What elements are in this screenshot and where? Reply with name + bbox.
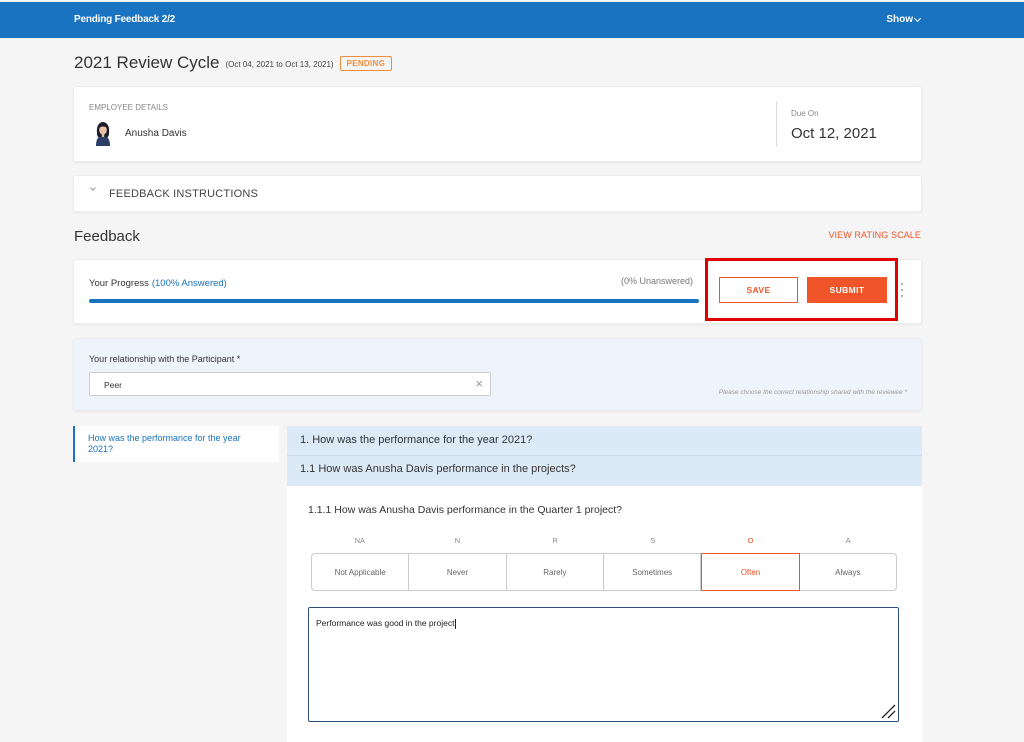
question-1-1-1-title: 1.1.1 How was Anusha Davis performance i…: [308, 504, 622, 516]
cycle-name: 2021 Review Cycle: [74, 53, 220, 72]
scale-letter: S: [650, 536, 656, 545]
save-button[interactable]: SAVE: [719, 277, 798, 303]
question-1-title: 1. How was the performance for the year …: [300, 434, 533, 446]
employee-details-card: EMPLOYEE DETAILS Anusha Davis Due On Oct…: [73, 86, 922, 162]
scale-letter: R: [552, 536, 558, 545]
rating-option-always[interactable]: Always: [800, 554, 896, 590]
feedback-instructions-toggle[interactable]: FEEDBACK INSTRUCTIONS: [73, 175, 922, 212]
rating-option-often[interactable]: Often: [701, 553, 800, 591]
comment-text: Performance was good in the project: [316, 618, 455, 628]
progress-bar-fill: [89, 299, 699, 303]
due-date: Oct 12, 2021: [791, 125, 877, 142]
relationship-label: Your relationship with the Participant *: [89, 354, 241, 364]
view-rating-scale-link[interactable]: VIEW RATING SCALE: [828, 230, 921, 240]
employee-name: Anusha Davis: [125, 128, 187, 139]
employee-details-label: EMPLOYEE DETAILS: [89, 103, 168, 112]
rating-option-not-applicable[interactable]: Not Applicable: [312, 554, 410, 590]
question-panel: 1. How was the performance for the year …: [287, 426, 922, 742]
your-progress-text: Your Progress: [89, 278, 149, 289]
due-on-label: Due On: [791, 109, 819, 118]
scale-letter: N: [454, 536, 461, 545]
feedback-title: Feedback: [74, 228, 140, 245]
progress-label: Your Progress (100% Answered): [89, 278, 227, 289]
answered-percent: (100% Answered): [151, 278, 227, 289]
more-options-icon[interactable]: [900, 283, 904, 297]
show-label: Show: [886, 14, 913, 25]
comment-textarea[interactable]: Performance was good in the project: [308, 607, 899, 722]
pending-feedback-title: Pending Feedback 2/2: [74, 14, 176, 25]
submit-button[interactable]: SUBMIT: [807, 277, 887, 303]
sidebar-item-question-1[interactable]: How was the performance for the year 202…: [73, 426, 279, 462]
relationship-value: Peer: [104, 380, 122, 390]
rating-scale-options: Not Applicable Never Rarely Sometimes Often A…: [311, 553, 897, 591]
divider: [776, 101, 777, 147]
progress-bar: [89, 299, 699, 303]
progress-card: Your Progress (100% Answered) (0% Unanswe…: [73, 258, 922, 324]
feedback-instructions-label: FEEDBACK INSTRUCTIONS: [109, 188, 259, 200]
question-header: 1. How was the performance for the year …: [287, 426, 922, 486]
relationship-select[interactable]: Peer ×: [89, 372, 491, 396]
scale-letter: O: [747, 536, 754, 545]
status-badge: PENDING: [339, 55, 393, 71]
rating-scale-letters: NA N R S O A: [311, 536, 897, 548]
rating-option-rarely[interactable]: Rarely: [507, 554, 604, 590]
review-cycle-header: 2021 Review Cycle (Oct 04, 2021 to Oct 1…: [74, 53, 393, 73]
scale-letter: A: [845, 536, 851, 545]
question-1-1-title: 1.1 How was Anusha Davis performance in …: [300, 463, 576, 475]
chevron-down-icon: [913, 14, 922, 22]
relationship-card: Your relationship with the Participant *…: [73, 338, 922, 411]
divider: [287, 455, 922, 456]
clear-icon[interactable]: ×: [475, 377, 483, 391]
top-bar: Pending Feedback 2/2 Show: [0, 2, 1024, 38]
relationship-hint: Please choose the correct relationship s…: [718, 389, 907, 396]
rating-option-sometimes[interactable]: Sometimes: [604, 554, 702, 590]
resize-grip-icon[interactable]: [878, 701, 896, 719]
rating-option-never[interactable]: Never: [409, 554, 507, 590]
show-dropdown[interactable]: Show: [886, 14, 922, 25]
avatar: [96, 122, 110, 146]
sidebar-item-label: How was the performance for the year 202…: [88, 433, 241, 454]
scale-letter: NA: [354, 536, 366, 545]
unanswered-percent: (0% Unanswered): [621, 276, 694, 286]
chevron-down-icon: [90, 185, 96, 191]
cycle-date-range: (Oct 04, 2021 to Oct 13, 2021): [225, 60, 334, 69]
